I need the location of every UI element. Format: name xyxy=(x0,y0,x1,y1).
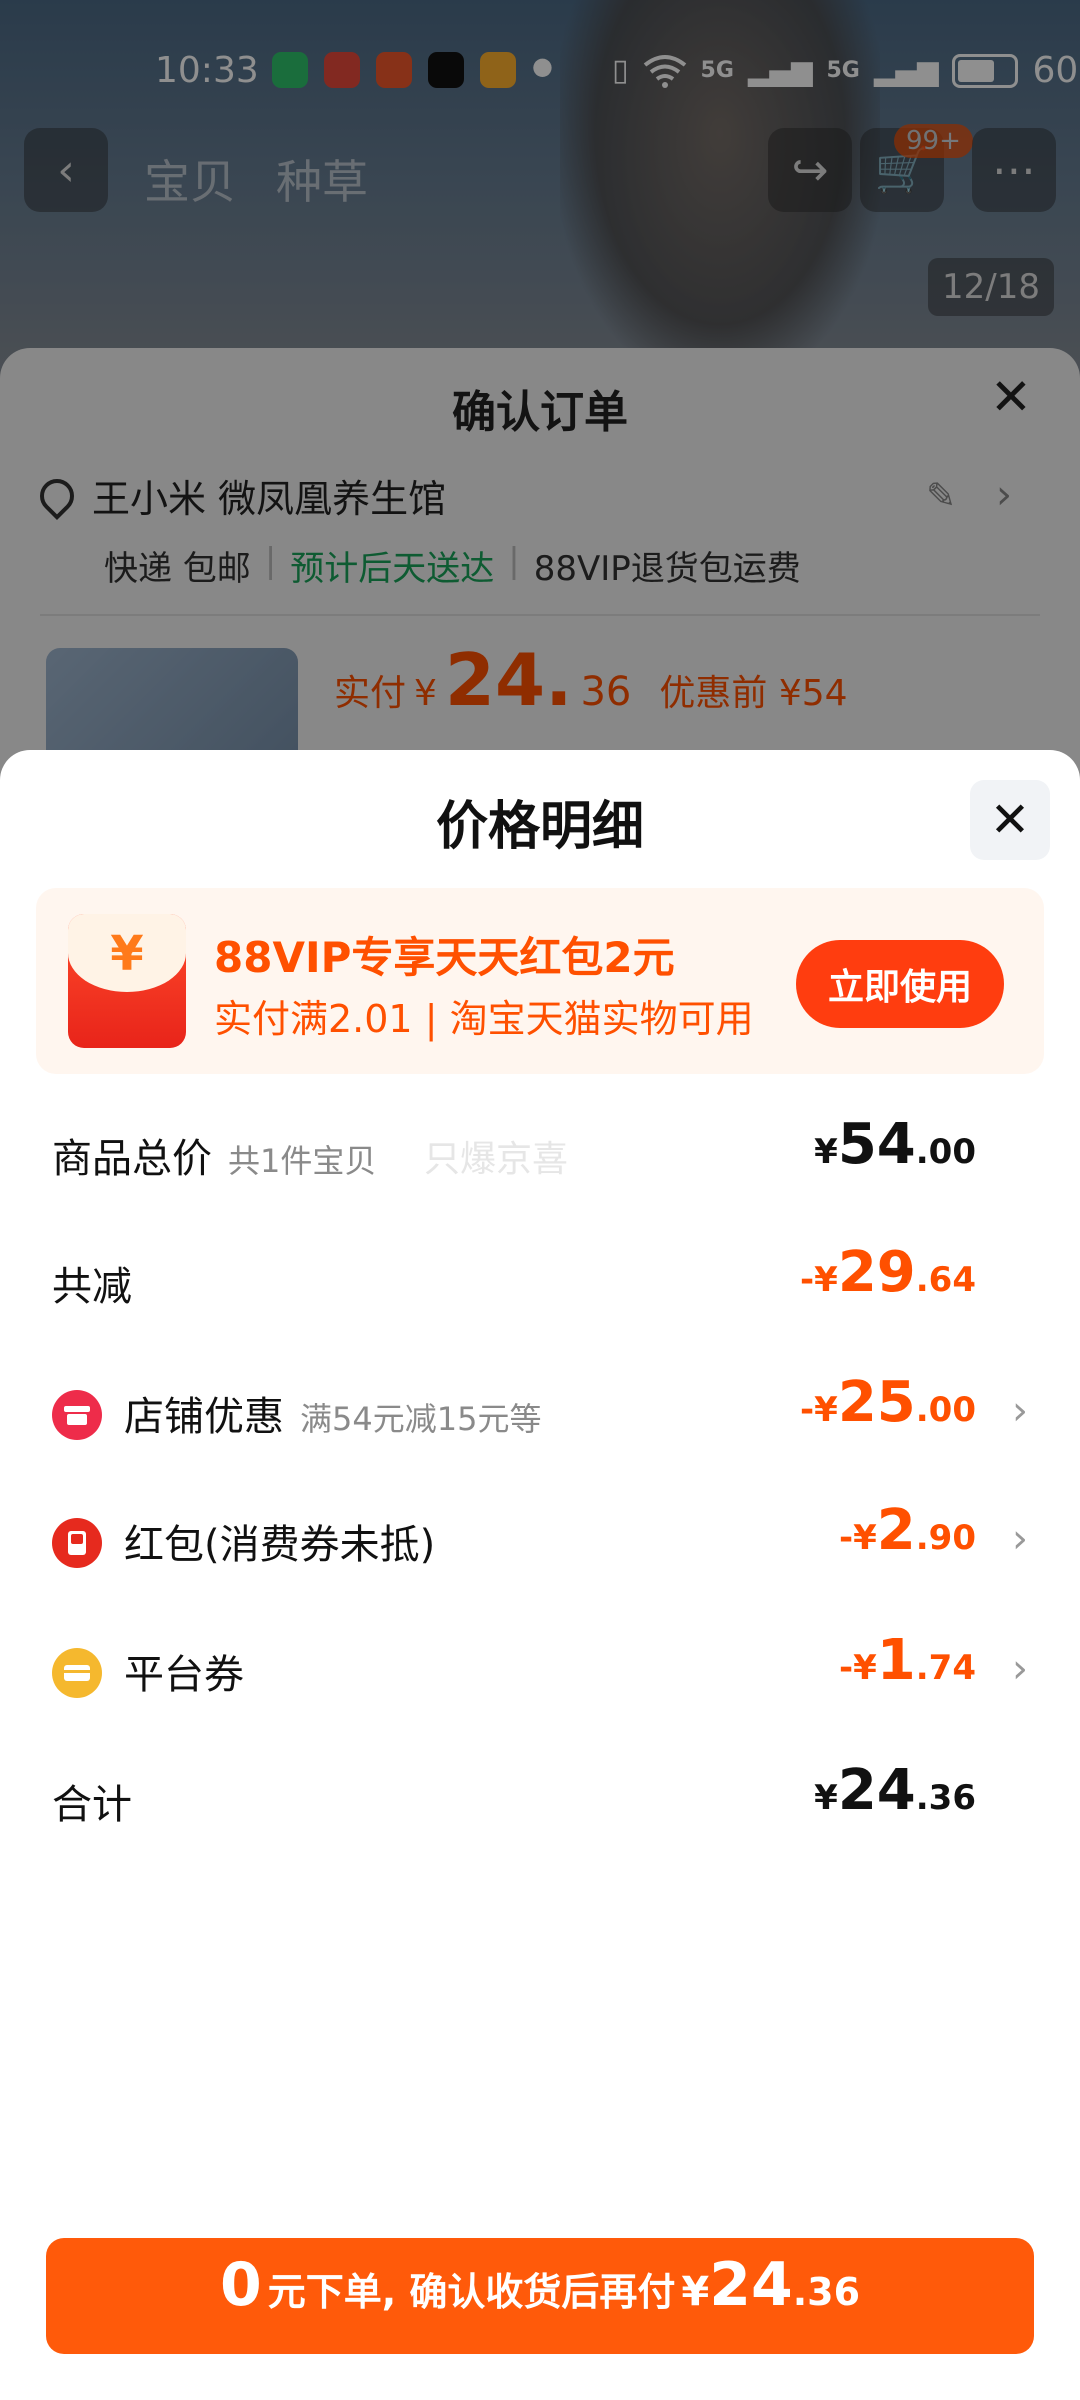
line-item-label: 店铺优惠 xyxy=(124,1394,284,1440)
yen-glyph: ¥ xyxy=(110,926,144,982)
amount-int: 25 xyxy=(837,1370,916,1435)
line-item-label-wrap: 红包(消费券未抵) xyxy=(124,1512,435,1570)
submit-amount-dec: .36 xyxy=(792,2270,861,2314)
price-detail-sheet: 价格明细 ✕ ¥ 88VIP专享天天红包2元 实付满2.01 | 淘宝天猫实物可… xyxy=(0,750,1080,2400)
watermark-text: 只爆京喜 xyxy=(424,1139,569,1180)
line-item-shop-discount[interactable]: 店铺优惠 满54元减15元等 -¥ 25 .00 › xyxy=(52,1370,1028,1450)
chevron-right-icon: › xyxy=(1012,1388,1028,1434)
line-item-label-wrap: 商品总价 共1件宝贝 xyxy=(52,1126,376,1184)
close-button[interactable]: ✕ xyxy=(970,780,1050,860)
amount-dec: .90 xyxy=(915,1518,976,1558)
use-now-button[interactable]: 立即使用 xyxy=(796,940,1004,1028)
line-item-label: 共减 xyxy=(52,1264,132,1310)
line-item-grand-total: 合计 ¥ 24 .36 xyxy=(52,1758,1028,1838)
line-item-amount: -¥ 2 .90 xyxy=(839,1498,976,1563)
line-item-platform-coupon[interactable]: 平台券 -¥ 1 .74 › xyxy=(52,1628,1028,1708)
amount-dec: .36 xyxy=(915,1778,976,1818)
line-item-amount: -¥ 25 .00 xyxy=(800,1370,976,1435)
line-item-sub: 满54元减15元等 xyxy=(300,1400,542,1438)
red-envelope-icon: ¥ xyxy=(68,914,186,1048)
amount-sign: -¥ xyxy=(839,1518,877,1558)
shop-icon xyxy=(52,1390,102,1440)
line-item-label: 红包(消费券未抵) xyxy=(124,1522,436,1568)
promo-subtitle: 实付满2.01 | 淘宝天猫实物可用 xyxy=(214,997,754,1041)
line-item-label: 商品总价 xyxy=(52,1136,212,1182)
amount-dec: .00 xyxy=(915,1132,976,1172)
amount-dec: .00 xyxy=(915,1390,976,1430)
amount-sign: ¥ xyxy=(814,1778,838,1818)
submit-yen: ¥ xyxy=(681,2269,710,2315)
amount-int: 29 xyxy=(837,1240,916,1305)
amount-sign: -¥ xyxy=(839,1648,877,1688)
line-item-amount: ¥ 54 .00 xyxy=(814,1112,976,1177)
line-item-label: 平台券 xyxy=(124,1652,244,1698)
line-item-amount: ¥ 24 .36 xyxy=(814,1758,976,1823)
promo-title: 88VIP专享天天红包2元 xyxy=(214,933,675,982)
line-item-label-wrap: 平台券 xyxy=(124,1642,244,1700)
line-item-total-discount: 共减 -¥ 29 .64 xyxy=(52,1240,1028,1320)
line-item-sub: 共1件宝贝 xyxy=(228,1142,377,1180)
vip-redpack-promo: ¥ 88VIP专享天天红包2元 实付满2.01 | 淘宝天猫实物可用 立即使用 xyxy=(36,888,1044,1074)
amount-sign: -¥ xyxy=(800,1390,838,1430)
amount-dec: .74 xyxy=(915,1648,976,1688)
line-item-amount: -¥ 29 .64 xyxy=(800,1240,976,1305)
line-item-label: 合计 xyxy=(52,1782,132,1828)
amount-sign: -¥ xyxy=(800,1260,838,1300)
amount-int: 24 xyxy=(837,1758,916,1823)
line-item-amount: -¥ 1 .74 xyxy=(839,1628,976,1693)
amount-int: 2 xyxy=(876,1498,916,1563)
submit-amount-now: 0 xyxy=(219,2250,262,2320)
line-item-label-wrap: 共减 xyxy=(52,1254,132,1312)
chevron-right-icon: › xyxy=(1012,1646,1028,1692)
submit-amount-int: 24 xyxy=(709,2250,793,2320)
red-envelope-icon xyxy=(52,1518,102,1568)
chevron-right-icon: › xyxy=(1012,1516,1028,1562)
amount-int: 1 xyxy=(876,1628,916,1693)
line-item-label-wrap: 合计 xyxy=(52,1772,132,1830)
submit-order-button[interactable]: 0 元下单, 确认收货后再付 ¥ 24 .36 xyxy=(46,2238,1034,2354)
submit-text: 元下单, 确认收货后再付 xyxy=(267,2270,676,2314)
amount-dec: .64 xyxy=(915,1260,976,1300)
detail-title: 价格明细 xyxy=(435,797,644,857)
amount-sign: ¥ xyxy=(814,1132,838,1172)
amount-int: 54 xyxy=(837,1112,916,1177)
close-icon: ✕ xyxy=(989,792,1031,848)
line-item-red-envelope[interactable]: 红包(消费券未抵) -¥ 2 .90 › xyxy=(52,1498,1028,1578)
coupon-icon xyxy=(52,1648,102,1698)
line-item-label-wrap: 店铺优惠 满54元减15元等 xyxy=(124,1384,541,1442)
